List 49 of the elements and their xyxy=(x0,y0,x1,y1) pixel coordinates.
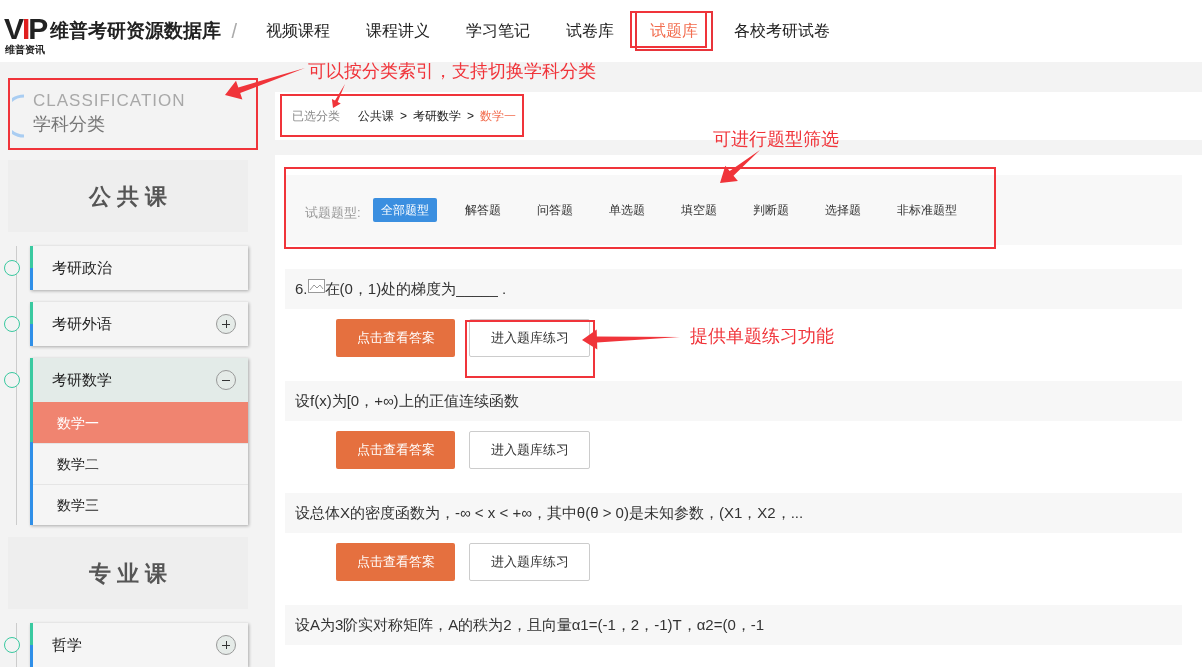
separator: / xyxy=(231,19,237,44)
logo: VIP 维普资讯 xyxy=(3,13,47,57)
practice-button[interactable]: 进入题库练习 xyxy=(469,319,590,357)
question-text: 设A为3阶实对称矩阵，A的秩为2，且向量α1=(-1，2，-1)T，α2=(0，-1 xyxy=(285,605,1182,645)
subcategory-item[interactable]: 数学三 xyxy=(33,484,248,525)
breadcrumb-link[interactable]: 考研数学 xyxy=(413,107,461,125)
arc-icon xyxy=(12,94,26,138)
annotation-arrow xyxy=(331,84,345,108)
expand-icon[interactable] xyxy=(216,635,236,655)
filter-option[interactable]: 非标准题型 xyxy=(888,198,965,222)
expand-icon[interactable] xyxy=(216,314,236,334)
breadcrumb-link[interactable]: 公共课 xyxy=(358,107,394,125)
category-item[interactable]: 考研数学 xyxy=(52,368,112,392)
site-title: 维普考研资源数据库 xyxy=(50,18,222,43)
practice-button[interactable]: 进入题库练习 xyxy=(469,431,590,469)
practice-button[interactable]: 进入题库练习 xyxy=(469,543,590,581)
nav-tab[interactable]: 课程讲义 xyxy=(350,11,445,51)
nav-tab[interactable]: 各校考研试卷 xyxy=(718,11,845,51)
annotation-arrow xyxy=(720,150,760,183)
timeline-dot xyxy=(4,372,20,388)
filter-option[interactable]: 解答题 xyxy=(456,198,509,222)
nav-tab[interactable]: 视频课程 xyxy=(250,11,345,51)
timeline-dot xyxy=(4,316,20,332)
breadcrumb-separator: > xyxy=(467,108,475,125)
filter-option[interactable]: 选择题 xyxy=(816,198,869,222)
category-item[interactable]: 考研外语 xyxy=(52,312,112,336)
question-text: 设总体X的密度函数为，-∞ < x < +∞，其中θ(θ > 0)是未知参数，(X1，X2，... xyxy=(285,493,1182,533)
annotation-text: 提供单题练习功能 xyxy=(690,325,834,348)
timeline-dot xyxy=(4,637,20,653)
question-text: 设f(x)为[0，+∞)上的正值连续函数 xyxy=(285,381,1182,421)
section-heading: 专 业 课 xyxy=(8,537,248,609)
nav-tab[interactable]: 学习笔记 xyxy=(450,11,545,51)
annotation-text: 可以按分类索引，支持切换学科分类 xyxy=(308,60,596,83)
category-item[interactable]: 哲学 xyxy=(52,633,82,657)
timeline-dot xyxy=(4,260,20,276)
breadcrumb-label: 已选分类 xyxy=(292,108,340,125)
subcategory-item[interactable]: 数学二 xyxy=(33,443,248,484)
filter-option[interactable]: 判断题 xyxy=(744,198,797,222)
annotation-text: 可进行题型筛选 xyxy=(713,128,839,151)
nav-tab[interactable]: 试卷库 xyxy=(550,11,629,51)
breadcrumb-separator: > xyxy=(400,108,407,125)
section-heading: 公 共 课 xyxy=(8,160,248,232)
question-number: 6. xyxy=(295,278,308,299)
category-item[interactable]: 考研政治 xyxy=(52,256,112,280)
filter-option[interactable]: 填空题 xyxy=(672,198,725,222)
question-text: 在(0，1)处的梯度为_____ . xyxy=(324,278,507,299)
filter-option[interactable]: 单选题 xyxy=(600,198,653,222)
filter-option[interactable]: 问答题 xyxy=(528,198,581,222)
filter-label: 试题题型: xyxy=(305,204,361,223)
